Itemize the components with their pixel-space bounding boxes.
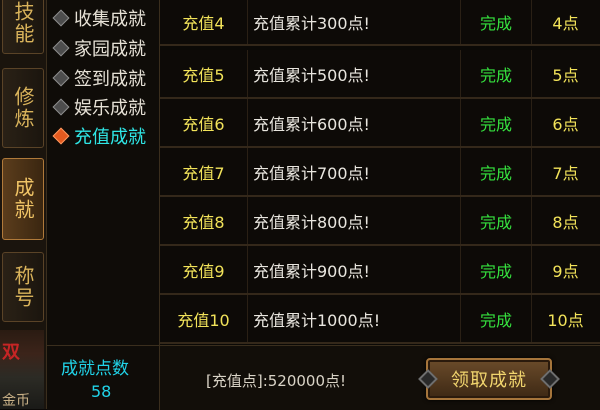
achievement-status: 完成 [461, 295, 532, 342]
tab-achievements[interactable]: 成就 [2, 158, 44, 240]
background-gold-text: 金币 [2, 393, 30, 409]
achievement-name: 充值7 [160, 148, 248, 195]
achievement-status: 完成 [461, 148, 532, 195]
achievement-desc: 充值累计600点! [247, 99, 461, 146]
tab-titles-label: 称号 [11, 265, 35, 309]
achievement-name: 充值9 [160, 246, 248, 293]
claim-button-label: 领取成就 [451, 370, 527, 391]
achievement-table: 充值4 充值累计300点! 完成 4点 充值5 充值累计500点! 完成 5点 … [160, 0, 600, 345]
tab-achievements-label: 成就 [11, 177, 35, 221]
achievement-points: 4点 [552, 14, 579, 33]
achievement-name: 充值4 [160, 0, 248, 44]
achievement-name: 充值6 [160, 99, 248, 146]
achievement-status: 完成 [461, 246, 532, 293]
achievement-desc: 充值累计1000点! [247, 295, 461, 342]
achievement-category-list: 收集成就 家园成就 签到成就 娱乐成就 充值成就 [47, 0, 160, 345]
achievement-status: 完成 [461, 0, 532, 44]
category-signin[interactable]: 签到成就 [51, 66, 146, 90]
button-ornament-icon [540, 369, 560, 389]
achievement-points: 6点 [552, 114, 579, 134]
achievement-name: 充值5 [160, 50, 248, 97]
achievement-points-panel: 成就点数 58 [47, 345, 160, 410]
diamond-bullet-icon [52, 9, 70, 27]
diamond-bullet-icon [52, 127, 70, 145]
tab-cultivation[interactable]: 修炼 [2, 68, 44, 148]
category-label: 家园成就 [74, 39, 146, 60]
background-red-text: 双 [2, 342, 20, 363]
diamond-bullet-icon [52, 98, 70, 116]
recharge-points-text: [充值点]:520000点! [206, 372, 347, 390]
table-row: 充值6 充值累计600点! 完成 6点 [160, 99, 600, 148]
category-recharge[interactable]: 充值成就 [51, 124, 146, 148]
achievement-points: 7点 [552, 163, 579, 183]
achievement-status: 完成 [461, 99, 532, 146]
table-row: 充值9 充值累计900点! 完成 9点 [160, 246, 600, 295]
achievement-status: 完成 [461, 197, 532, 244]
category-collection[interactable]: 收集成就 [51, 6, 146, 30]
table-row: 充值5 充值累计500点! 完成 5点 [160, 50, 600, 99]
table-row: 充值8 充值累计800点! 完成 8点 [160, 197, 600, 246]
achievement-name: 充值10 [160, 295, 248, 342]
achievement-status: 完成 [461, 50, 532, 97]
achievement-points-value: 58 [91, 382, 112, 401]
achievement-desc: 充值累计500点! [247, 50, 461, 97]
tab-titles[interactable]: 称号 [2, 252, 44, 322]
diamond-bullet-icon [52, 69, 70, 87]
table-row: 充值10 充值累计1000点! 完成 10点 [160, 295, 600, 344]
achievement-points-label: 成就点数 [61, 359, 129, 379]
achievement-desc: 充值累计900点! [247, 246, 461, 293]
category-label: 收集成就 [74, 9, 146, 30]
achievement-desc: 充值累计800点! [247, 197, 461, 244]
achievement-points: 5点 [552, 65, 579, 85]
achievement-desc: 充值累计300点! [247, 0, 461, 44]
tab-skills-label: 技能 [11, 1, 35, 45]
button-ornament-icon [418, 369, 438, 389]
category-home[interactable]: 家园成就 [51, 36, 146, 60]
category-label: 充值成就 [74, 127, 146, 148]
category-label: 娱乐成就 [74, 98, 146, 119]
achievement-points: 8点 [552, 212, 579, 232]
category-entertainment[interactable]: 娱乐成就 [51, 95, 146, 119]
achievement-desc: 充值累计700点! [247, 148, 461, 195]
tab-skills[interactable]: 技能 [2, 0, 44, 54]
achievement-points: 9点 [552, 261, 579, 281]
achievement-name: 充值8 [160, 197, 248, 244]
diamond-bullet-icon [52, 39, 70, 57]
table-row: 充值4 充值累计300点! 完成 4点 [160, 0, 600, 46]
tab-cultivation-label: 修炼 [11, 86, 35, 130]
footer-bar: [充值点]:520000点! 领取成就 [160, 345, 600, 410]
achievement-points: 10点 [547, 310, 584, 330]
category-label: 签到成就 [74, 69, 146, 90]
table-row: 充值7 充值累计700点! 完成 7点 [160, 148, 600, 197]
claim-achievement-button[interactable]: 领取成就 [418, 358, 560, 400]
